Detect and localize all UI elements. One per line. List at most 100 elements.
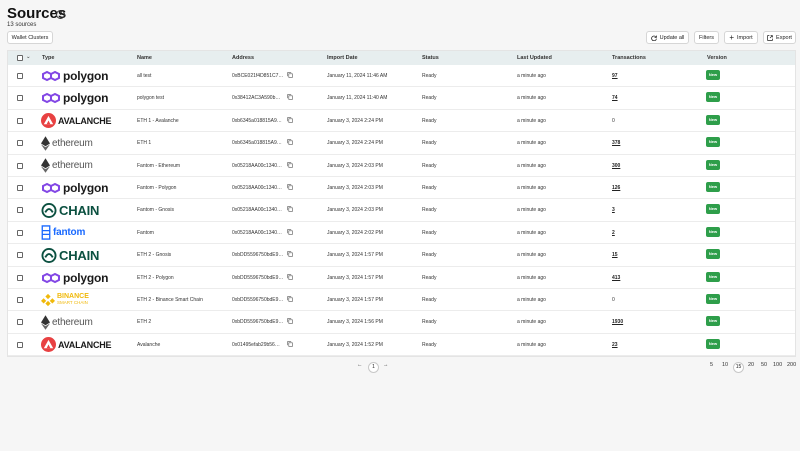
row-checkbox[interactable]: [17, 229, 23, 236]
transactions-link[interactable]: 2: [612, 230, 615, 236]
row-checkbox[interactable]: [17, 252, 23, 259]
row-checkbox[interactable]: [17, 185, 23, 191]
copy-icon[interactable]: [287, 296, 293, 302]
update-all-button[interactable]: Update all: [646, 31, 689, 44]
table-row[interactable]: fantom Fantom 0x05218AA00c1340… January 3, …: [8, 222, 795, 245]
table-row[interactable]: polygon polygon test 0x38412AC3A590b… Janua…: [8, 87, 795, 110]
table-row[interactable]: BINANCE SMART CHAIN ETH 2 - Binance Smart …: [8, 289, 795, 312]
wallet-clusters-button[interactable]: Wallet Clusters: [7, 31, 53, 44]
logo-text: AVALANCHE: [58, 115, 112, 126]
col-import-date[interactable]: Import Date: [327, 55, 358, 61]
import-button[interactable]: + Import: [724, 31, 758, 44]
page-size-200[interactable]: 200: [787, 362, 796, 368]
copy-icon[interactable]: [287, 72, 293, 78]
copy-icon[interactable]: [287, 206, 293, 213]
table-row[interactable]: ethereum ETH 2 0xbDD5596750bdE9… January 3,…: [8, 311, 795, 334]
transactions-link[interactable]: 15: [612, 252, 618, 258]
transactions-link[interactable]: 23: [612, 342, 618, 348]
chain-logo: CHAIN: [41, 202, 99, 218]
row-checkbox[interactable]: [17, 95, 23, 102]
copy-icon[interactable]: [287, 341, 293, 347]
status-text: Ready: [422, 162, 437, 169]
import-date: January 3, 2024 1:57 PM: [327, 297, 383, 303]
prev-page-button[interactable]: ←: [357, 362, 363, 368]
row-checkbox[interactable]: [17, 207, 23, 214]
fantom-logo: fantom: [41, 225, 85, 241]
copy-icon[interactable]: [287, 117, 293, 123]
filters-button[interactable]: Filters: [694, 31, 719, 44]
row-checkbox[interactable]: [17, 297, 23, 303]
source-address: 0x38412AC3A590b…: [232, 95, 281, 102]
row-checkbox[interactable]: [17, 140, 23, 147]
transactions-link[interactable]: 97: [612, 73, 618, 79]
page-size-5[interactable]: 5: [710, 362, 713, 368]
last-updated: a minute ago: [517, 319, 546, 326]
version-badge: New: [706, 204, 720, 215]
transactions-link[interactable]: 74: [612, 95, 618, 101]
row-checkbox[interactable]: [17, 73, 23, 79]
table-row[interactable]: polygon all test 0xBCE021f4D851C7… January …: [8, 65, 795, 88]
col-type[interactable]: Type: [42, 55, 54, 61]
row-checkbox[interactable]: [17, 319, 23, 326]
table-row[interactable]: AVALANCHE Avalanche 0x01495efab29b56… Janua…: [8, 334, 795, 357]
page-1-button[interactable]: 1: [368, 362, 379, 373]
source-name: Fantom: [137, 229, 154, 236]
transactions-link[interactable]: 378: [612, 140, 620, 146]
copy-icon[interactable]: [287, 184, 293, 190]
col-status[interactable]: Status: [422, 55, 439, 61]
table-row[interactable]: ethereum ETH 1 0xb6345a018815A9… January 3,…: [8, 132, 795, 155]
next-page-button[interactable]: →: [383, 362, 389, 368]
row-checkbox[interactable]: [17, 274, 23, 281]
col-last-updated[interactable]: Last Updated: [517, 55, 552, 61]
row-checkbox[interactable]: [17, 162, 23, 169]
table-row[interactable]: polygon Fantom - Polygon 0x05218AA00c1340……: [8, 177, 795, 200]
logo-subtext: SMART CHAIN: [57, 300, 88, 305]
table-row[interactable]: CHAIN ETH 2 - Gnosis 0xbDD5596750bdE9… Janu…: [8, 244, 795, 267]
polygon-icon: [41, 92, 61, 104]
page-size-100[interactable]: 100: [773, 362, 782, 368]
table-row[interactable]: ethereum Fantom - Ethereum 0x05218AA00c134…: [8, 155, 795, 177]
help-icon[interactable]: ?: [56, 10, 65, 19]
source-address: 0xBCE021f4D851C7…: [232, 73, 284, 79]
table-row[interactable]: CHAIN Fantom - Gnosis 0x05218AA00c1340… Jan…: [8, 199, 795, 222]
table-row[interactable]: AVALANCHE ETH 1 - Avalanche 0xb6345a018815…: [8, 110, 795, 133]
transactions-link[interactable]: 126: [612, 185, 620, 191]
transactions-cell: 74: [612, 95, 618, 101]
row-checkbox[interactable]: [17, 117, 23, 124]
transactions-cell: 300: [612, 163, 620, 169]
copy-icon[interactable]: [287, 229, 293, 235]
col-name[interactable]: Name: [137, 55, 152, 61]
copy-icon[interactable]: [287, 251, 293, 257]
row-checkbox[interactable]: [17, 341, 23, 348]
export-button[interactable]: Export: [763, 31, 796, 44]
table-row[interactable]: polygon ETH 2 - Polygon 0xbDD5596750bdE9… J…: [8, 267, 795, 289]
version-badge: New: [706, 182, 720, 192]
copy-icon[interactable]: [287, 139, 293, 145]
transactions-link[interactable]: 3: [612, 207, 615, 213]
polygon-icon: [41, 70, 61, 82]
col-transactions[interactable]: Transactions: [612, 55, 646, 61]
col-address[interactable]: Address: [232, 55, 254, 61]
last-updated: a minute ago: [517, 207, 546, 214]
avalanche-logo: AVALANCHE: [41, 113, 112, 129]
transactions-link[interactable]: 413: [612, 275, 620, 281]
copy-icon[interactable]: [287, 161, 293, 168]
import-label: Import: [737, 34, 753, 41]
page-size-10[interactable]: 10: [722, 362, 728, 368]
page-size-15[interactable]: 15: [733, 362, 744, 373]
transactions-link[interactable]: 1930: [612, 319, 623, 325]
page-size-20[interactable]: 20: [748, 362, 754, 368]
copy-icon[interactable]: [287, 318, 293, 325]
page-size-50[interactable]: 50: [761, 362, 767, 368]
col-version[interactable]: Version: [707, 55, 727, 61]
import-date: January 11, 2024 11:46 AM: [327, 73, 388, 79]
chevron-down-icon[interactable]: ⌄: [26, 54, 31, 60]
import-date: January 3, 2024 2:03 PM: [327, 162, 383, 169]
copy-icon[interactable]: [287, 273, 293, 280]
source-name: ETH 1 - Avalanche: [137, 117, 179, 124]
transactions-link[interactable]: 300: [612, 163, 620, 169]
polygon-icon: [41, 272, 61, 284]
select-all-checkbox[interactable]: [17, 55, 23, 61]
transactions-cell: 97: [612, 73, 618, 79]
copy-icon[interactable]: [287, 94, 293, 101]
